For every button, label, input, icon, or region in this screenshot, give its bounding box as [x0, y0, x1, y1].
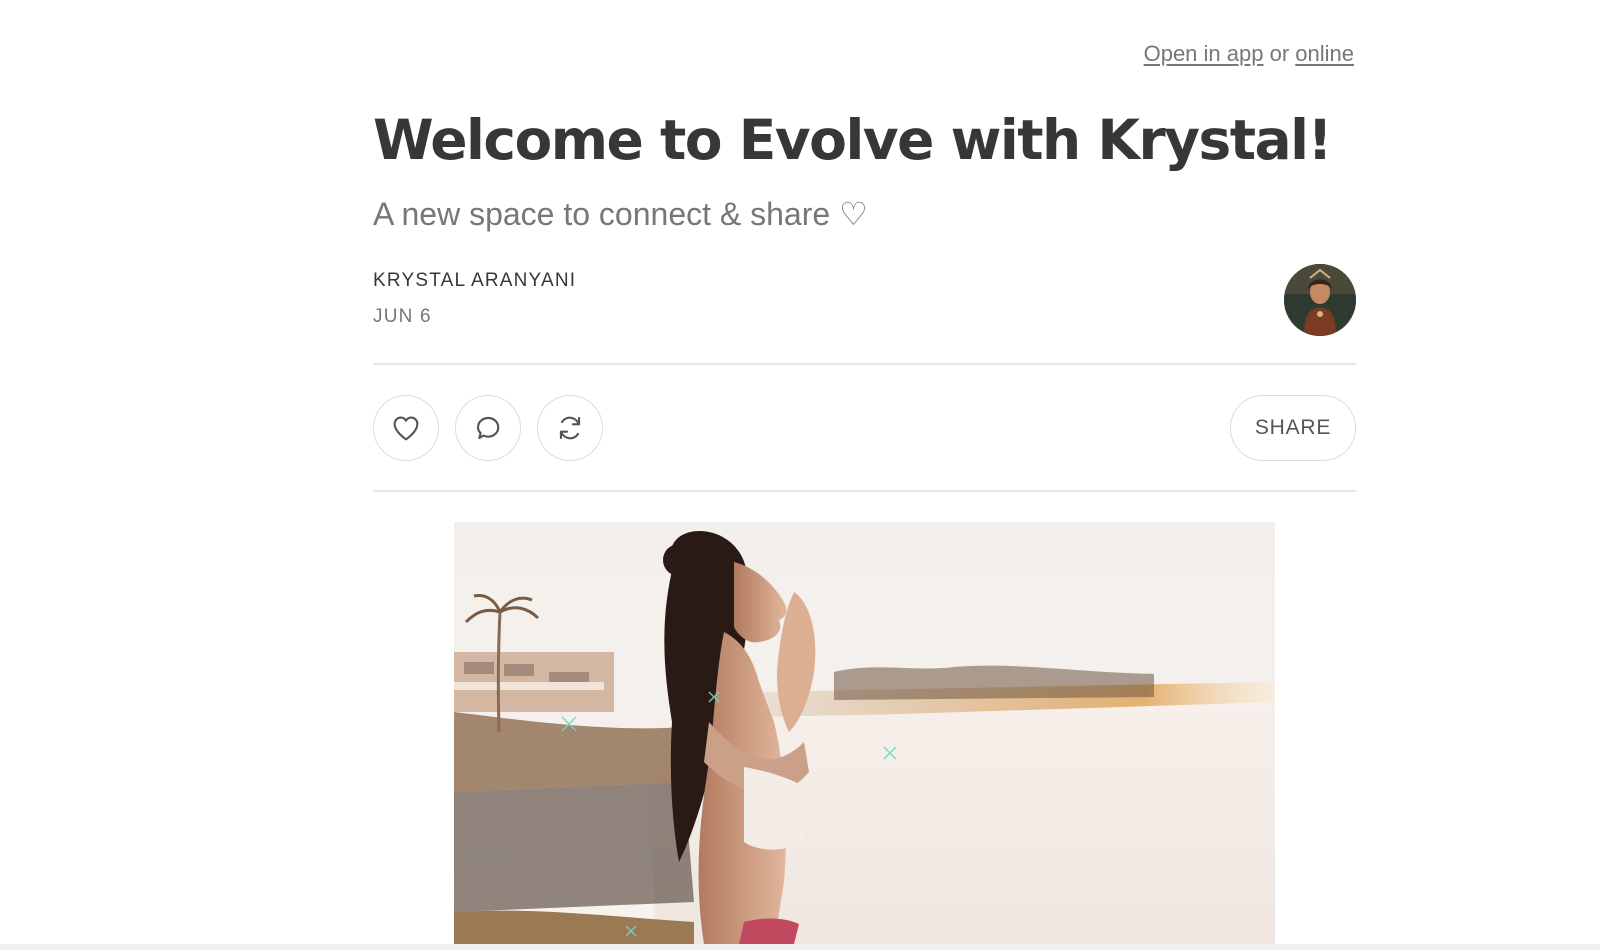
avatar-image: [1284, 264, 1356, 336]
post-page: Open in app or online Welcome to Evolve …: [0, 0, 1600, 950]
comment-bubble-icon: [476, 416, 500, 440]
like-button[interactable]: [373, 395, 439, 461]
header-divider-bottom: [373, 490, 1356, 492]
open-in-app-link[interactable]: Open in app: [1144, 41, 1264, 66]
bottom-edge: [0, 944, 1600, 950]
post-subtitle: A new space to connect & share ♡: [373, 196, 868, 232]
top-links: Open in app or online: [1144, 41, 1354, 67]
online-link[interactable]: online: [1295, 41, 1354, 66]
restack-button[interactable]: [537, 395, 603, 461]
comment-button[interactable]: [455, 395, 521, 461]
share-button[interactable]: SHARE: [1230, 395, 1356, 461]
hero-image: [454, 522, 1275, 944]
header-divider-top: [373, 363, 1356, 365]
hero-photo: [454, 522, 1275, 944]
or-text: or: [1269, 41, 1290, 66]
author-name[interactable]: KRYSTAL ARANYANI: [373, 270, 576, 292]
post-date: JUN 6: [373, 306, 432, 327]
heart-icon: [393, 416, 419, 441]
post-title: Welcome to Evolve with Krystal!: [373, 108, 1333, 172]
restack-icon: [559, 416, 581, 440]
author-avatar[interactable]: [1284, 264, 1356, 336]
